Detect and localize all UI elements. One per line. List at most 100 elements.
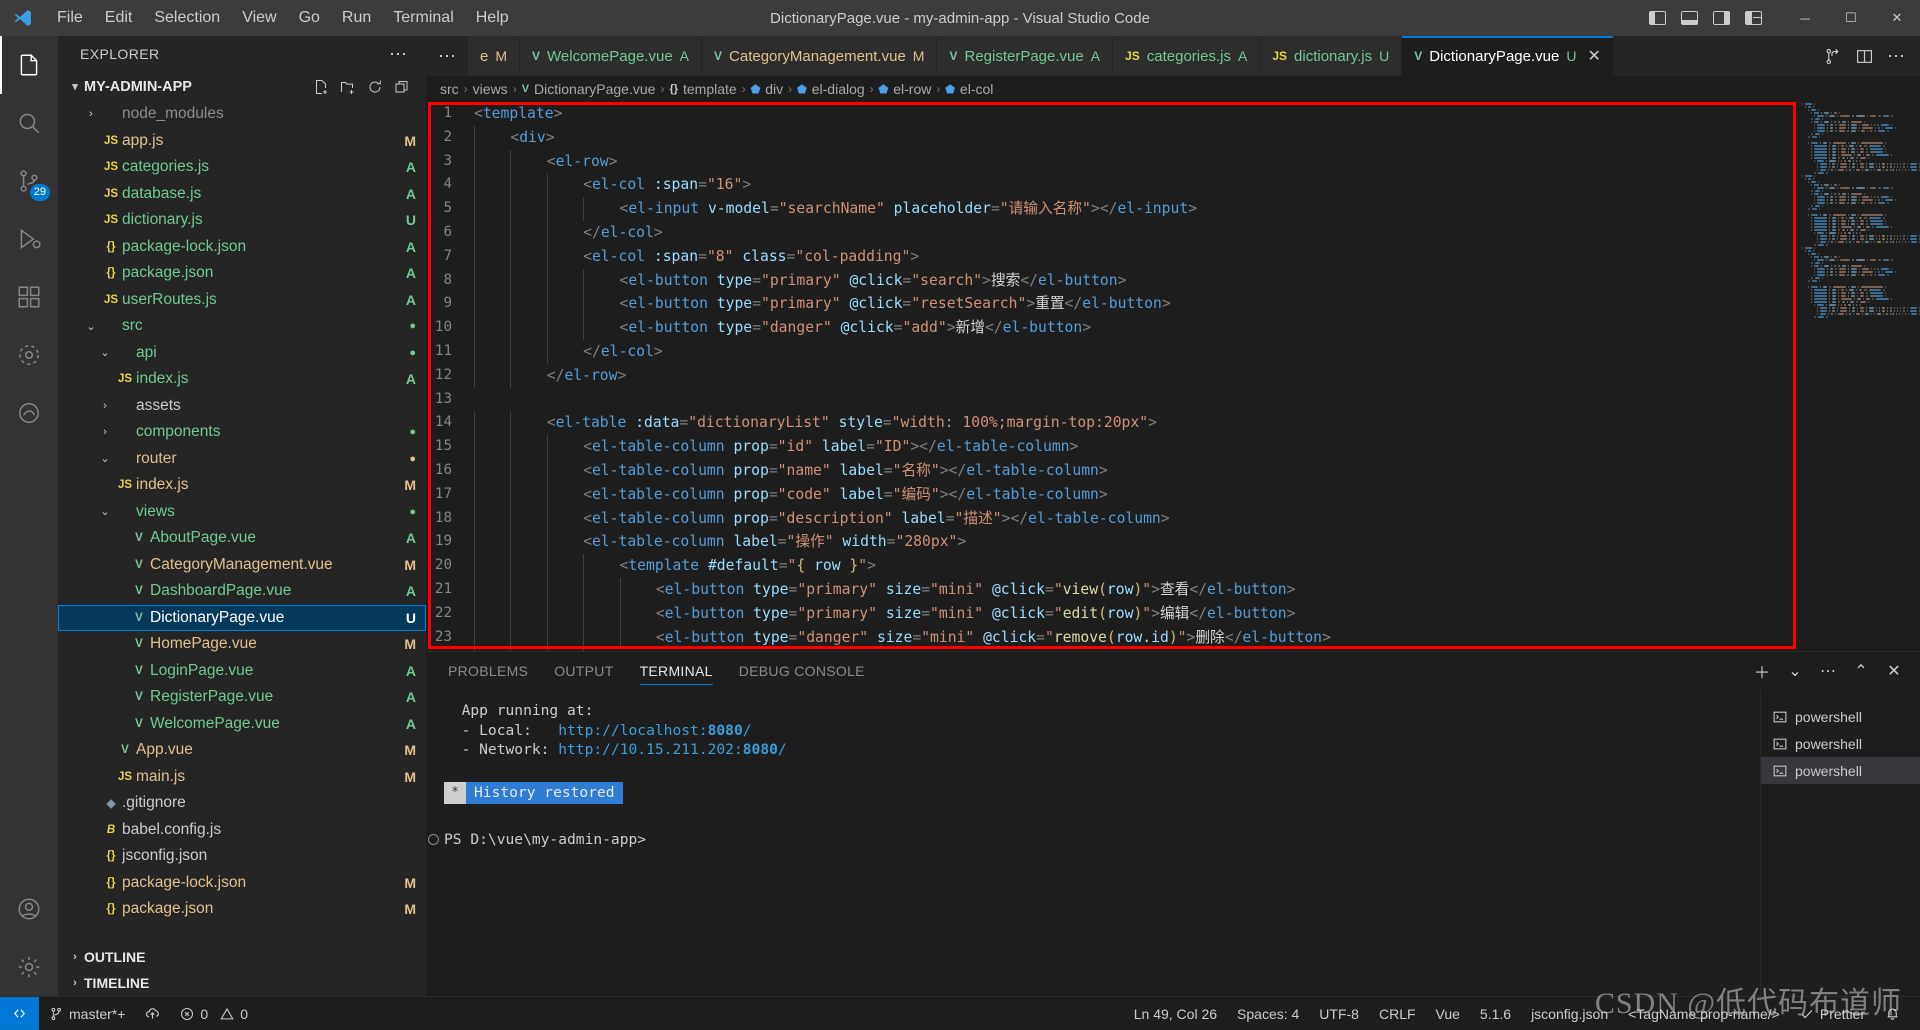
- tagname-button[interactable]: <TagName prop-name/>: [1618, 997, 1790, 1030]
- tree-item-assets[interactable]: › assets: [58, 393, 426, 420]
- code-line[interactable]: 15 <el-table-column prop="id" label="ID"…: [426, 435, 1798, 459]
- terminal-split-chevron-icon[interactable]: ⌄: [1785, 661, 1805, 681]
- tree-item-package-lock-json[interactable]: {} package-lock.json A: [58, 234, 426, 261]
- minimize-button[interactable]: ─: [1782, 0, 1828, 36]
- tree-item-src[interactable]: ⌄ src ●: [58, 313, 426, 340]
- breadcrumb-item-dictionarypage-vue[interactable]: V DictionaryPage.vue: [522, 81, 656, 97]
- tree-item-aboutpage-vue[interactable]: V AboutPage.vue A: [58, 525, 426, 552]
- activity-remote-explorer-icon[interactable]: [0, 326, 58, 384]
- code-line[interactable]: 13: [426, 388, 1798, 412]
- code-line[interactable]: 5 <el-input v-model="searchName" placeho…: [426, 197, 1798, 221]
- eol-button[interactable]: CRLF: [1369, 997, 1426, 1030]
- tree-item-dictionarypage-vue[interactable]: V DictionaryPage.vue U: [58, 604, 426, 631]
- code-line[interactable]: 21 <el-button type="primary" size="mini"…: [426, 577, 1798, 602]
- menu-selection[interactable]: Selection: [143, 0, 231, 36]
- terminal-instance-list[interactable]: powershell powershell powershell: [1760, 689, 1920, 996]
- editor-more-actions-icon[interactable]: ⋯: [1884, 44, 1908, 68]
- tree-item-dashboardpage-vue[interactable]: V DashboardPage.vue A: [58, 578, 426, 605]
- problems-button[interactable]: 0 0: [170, 997, 258, 1030]
- activity-accounts-icon[interactable]: [0, 880, 58, 938]
- code-line[interactable]: 20 <template #default="{ row }">: [426, 554, 1798, 578]
- panel-more-actions-icon[interactable]: ⋯: [1818, 661, 1838, 681]
- editor-tab-categories-js[interactable]: JS categories.js A: [1113, 36, 1261, 76]
- tree-item-components[interactable]: › components ●: [58, 419, 426, 446]
- jsconfig-button[interactable]: jsconfig.json: [1521, 997, 1618, 1030]
- remote-window-button[interactable]: [0, 996, 39, 1030]
- terminal-text[interactable]: http://localhost:: [558, 722, 707, 739]
- tree-item-main-js[interactable]: JS main.js M: [58, 764, 426, 791]
- notifications-bell-icon[interactable]: [1875, 997, 1910, 1030]
- breadcrumb-item-el-col[interactable]: ⬟ el-col: [945, 81, 993, 97]
- breadcrumb-item-el-row[interactable]: ⬟ el-row: [879, 81, 932, 97]
- code-line[interactable]: 6 </el-col>: [426, 220, 1798, 245]
- tree-item-homepage-vue[interactable]: V HomePage.vue M: [58, 631, 426, 658]
- activity-search-icon[interactable]: [0, 94, 58, 152]
- code-editor[interactable]: 1 <template> 2 <div> 3 <el-row> 4 <el-col :s…: [426, 102, 1798, 651]
- tree-item-package-lock-json[interactable]: {} package-lock.json M: [58, 870, 426, 897]
- collapse-all-icon[interactable]: [393, 78, 410, 95]
- code-line[interactable]: 12 </el-row>: [426, 363, 1798, 388]
- menu-go[interactable]: Go: [288, 0, 331, 36]
- code-line[interactable]: 23 <el-button type="danger" size="mini" …: [426, 625, 1798, 650]
- close-window-button[interactable]: ✕: [1874, 0, 1920, 36]
- activity-extensions-icon[interactable]: [0, 268, 58, 326]
- code-line[interactable]: 7 <el-col :span="8" class="col-padding">: [426, 244, 1798, 269]
- tree-item-package-json[interactable]: {} package.json M: [58, 896, 426, 923]
- terminal-list-item[interactable]: powershell: [1761, 703, 1920, 730]
- tree-item-userroutes-js[interactable]: JS userRoutes.js A: [58, 287, 426, 314]
- menu-terminal[interactable]: Terminal: [382, 0, 464, 36]
- tree-item-database-js[interactable]: JS database.js A: [58, 181, 426, 208]
- tree-item-app-js[interactable]: JS app.js M: [58, 128, 426, 155]
- activity-azure-icon[interactable]: [0, 384, 58, 442]
- tab-terminal[interactable]: TERMINAL: [639, 652, 713, 689]
- code-line[interactable]: 3 <el-row>: [426, 149, 1798, 174]
- code-line[interactable]: 24 </template>: [426, 649, 1798, 651]
- breadcrumb-item-src[interactable]: src: [440, 81, 459, 97]
- breadcrumb[interactable]: src › views › V DictionaryPage.vue › {} template…: [426, 76, 1920, 102]
- tab-overflow-icon[interactable]: ⋯: [426, 36, 468, 76]
- file-tree[interactable]: › node_modules JS app.js M JS categories.js A JS…: [58, 101, 426, 944]
- editor-tab-registerpage-vue[interactable]: V RegisterPage.vue A: [937, 36, 1114, 76]
- encoding-button[interactable]: UTF-8: [1309, 997, 1369, 1030]
- terminal-list-item[interactable]: powershell: [1761, 757, 1920, 784]
- code-line[interactable]: 8 <el-button type="primary" @click="sear…: [426, 268, 1798, 293]
- tree-item-categories-js[interactable]: JS categories.js A: [58, 154, 426, 181]
- code-line[interactable]: 14 <el-table :data="dictionaryList" styl…: [426, 411, 1798, 436]
- breadcrumb-item-div[interactable]: ⬟ div: [751, 81, 783, 97]
- toggle-panel-button[interactable]: [1674, 3, 1704, 33]
- editor-tab-dictionary-js[interactable]: JS dictionary.js U: [1260, 36, 1403, 76]
- menu-edit[interactable]: Edit: [94, 0, 144, 36]
- close-panel-icon[interactable]: ✕: [1884, 661, 1904, 681]
- language-mode-button[interactable]: Vue: [1426, 997, 1470, 1030]
- breadcrumb-item-el-dialog[interactable]: ⬟ el-dialog: [797, 81, 865, 97]
- activity-settings-gear-icon[interactable]: [0, 938, 58, 996]
- editor-tab-e[interactable]: eM: [468, 36, 521, 76]
- tab-debug-console[interactable]: DEBUG CONSOLE: [739, 652, 865, 689]
- tree-item-categorymanagement-vue[interactable]: V CategoryManagement.vue M: [58, 552, 426, 579]
- tree-item--gitignore[interactable]: ◈ .gitignore: [58, 790, 426, 817]
- activity-source-control-icon[interactable]: 29: [0, 152, 58, 210]
- new-file-icon[interactable]: [312, 78, 329, 95]
- customize-layout-button[interactable]: [1738, 3, 1768, 33]
- terminal-prompt-row[interactable]: PS D:\vue\my-admin-app>: [428, 830, 1760, 850]
- code-line[interactable]: 17 <el-table-column prop="code" label="编…: [426, 482, 1798, 507]
- code-line[interactable]: 11 </el-col>: [426, 339, 1798, 364]
- terminal-output[interactable]: App running at: - Local: http://localhos…: [426, 689, 1760, 996]
- version-button[interactable]: 5.1.6: [1470, 997, 1521, 1030]
- code-line[interactable]: 1 <template>: [426, 102, 1798, 126]
- tree-item-app-vue[interactable]: V App.vue M: [58, 737, 426, 764]
- editor-tab-categorymanagement-vue[interactable]: V CategoryManagement.vue M: [702, 36, 938, 76]
- menu-view[interactable]: View: [231, 0, 287, 36]
- code-line[interactable]: 9 <el-button type="primary" @click="rese…: [426, 292, 1798, 317]
- new-terminal-icon[interactable]: ＋: [1752, 661, 1772, 682]
- code-line[interactable]: 16 <el-table-column prop="name" label="名…: [426, 458, 1798, 483]
- outline-section[interactable]: › OUTLINE: [58, 944, 426, 970]
- tree-item-welcomepage-vue[interactable]: V WelcomePage.vue A: [58, 711, 426, 738]
- activity-run-debug-icon[interactable]: [0, 210, 58, 268]
- tab-output[interactable]: OUTPUT: [554, 652, 613, 689]
- code-line[interactable]: 10 <el-button type="danger" @click="add"…: [426, 316, 1798, 340]
- toggle-primary-sidebar-button[interactable]: [1642, 3, 1672, 33]
- menu-run[interactable]: Run: [331, 0, 382, 36]
- code-line[interactable]: 18 <el-table-column prop="description" l…: [426, 506, 1798, 531]
- maximize-button[interactable]: ☐: [1828, 0, 1874, 36]
